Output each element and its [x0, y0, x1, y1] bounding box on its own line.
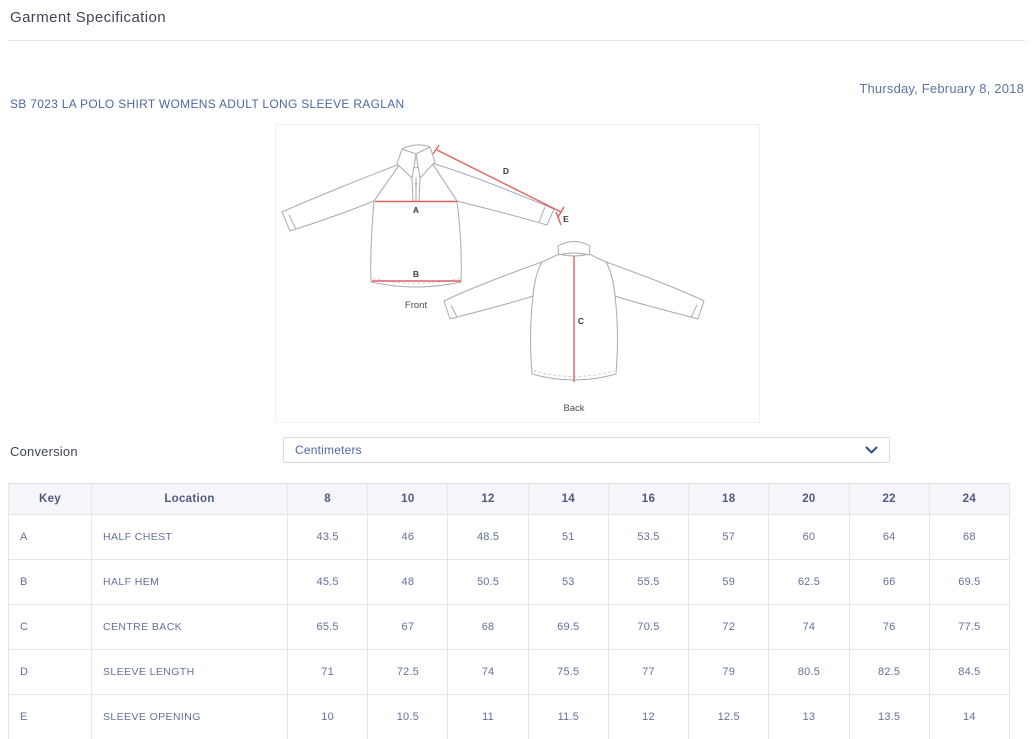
value-cell: 68: [448, 605, 528, 650]
value-cell: 77: [608, 650, 688, 695]
value-cell: 59: [689, 560, 769, 605]
value-cell: 64: [849, 515, 929, 560]
value-cell: 12: [608, 695, 688, 739]
page-title: Garment Specification: [10, 9, 166, 26]
table-row: CCENTRE BACK65.5676869.570.572747677.5: [9, 605, 1010, 650]
measure-label-d: D: [503, 166, 509, 176]
table-row: BHALF HEM45.54850.55355.55962.56669.5: [9, 560, 1010, 605]
value-cell: 72.5: [368, 650, 448, 695]
measure-label-c: C: [578, 316, 584, 326]
value-cell: 70.5: [608, 605, 688, 650]
garment-diagram-svg: Front Back: [276, 125, 759, 422]
value-cell: 11.5: [528, 695, 608, 739]
value-cell: 10: [288, 695, 368, 739]
value-cell: 11: [448, 695, 528, 739]
date-text: Thursday, February 8, 2018: [859, 81, 1024, 96]
value-cell: 76: [849, 605, 929, 650]
table-row: AHALF CHEST43.54648.55153.557606468: [9, 515, 1010, 560]
back-right-sleeve: [606, 262, 704, 319]
value-cell: 69.5: [528, 605, 608, 650]
location-cell: CENTRE BACK: [92, 605, 288, 650]
column-header: 12: [448, 484, 528, 515]
location-cell: HALF CHEST: [92, 515, 288, 560]
column-header: 22: [849, 484, 929, 515]
value-cell: 12.5: [689, 695, 769, 739]
value-cell: 45.5: [288, 560, 368, 605]
spec-table: KeyLocation81012141618202224 AHALF CHEST…: [8, 483, 1010, 739]
value-cell: 51: [528, 515, 608, 560]
location-cell: SLEEVE LENGTH: [92, 650, 288, 695]
value-cell: 53.5: [608, 515, 688, 560]
chevron-down-icon: [865, 446, 878, 455]
value-cell: 84.5: [929, 650, 1009, 695]
header-divider: [8, 40, 1025, 41]
value-cell: 43.5: [288, 515, 368, 560]
value-cell: 55.5: [608, 560, 688, 605]
value-cell: 65.5: [288, 605, 368, 650]
value-cell: 48: [368, 560, 448, 605]
column-header: 16: [608, 484, 688, 515]
key-cell: E: [9, 695, 92, 739]
table-row: DSLEEVE LENGTH7172.57475.5777980.582.584…: [9, 650, 1010, 695]
value-cell: 53: [528, 560, 608, 605]
measure-label-e: E: [563, 214, 569, 224]
value-cell: 14: [929, 695, 1009, 739]
value-cell: 66: [849, 560, 929, 605]
value-cell: 48.5: [448, 515, 528, 560]
column-header: 10: [368, 484, 448, 515]
key-cell: B: [9, 560, 92, 605]
value-cell: 57: [689, 515, 769, 560]
front-button: [415, 183, 417, 185]
value-cell: 62.5: [769, 560, 849, 605]
value-cell: 67: [368, 605, 448, 650]
location-cell: HALF HEM: [92, 560, 288, 605]
back-view-label: Back: [563, 403, 584, 414]
value-cell: 10.5: [368, 695, 448, 739]
value-cell: 72: [689, 605, 769, 650]
spec-table-body: AHALF CHEST43.54648.55153.557606468BHALF…: [9, 515, 1010, 739]
conversion-select[interactable]: Centimeters: [283, 437, 890, 463]
column-header: 20: [769, 484, 849, 515]
location-cell: SLEEVE OPENING: [92, 695, 288, 739]
product-title: SB 7023 LA POLO SHIRT WOMENS ADULT LONG …: [10, 97, 405, 111]
garment-spec-page: Garment Specification Thursday, February…: [0, 0, 1033, 739]
column-header: 24: [929, 484, 1009, 515]
column-header: Key: [9, 484, 92, 515]
conversion-selected-value: Centimeters: [295, 443, 362, 457]
value-cell: 74: [448, 650, 528, 695]
value-cell: 13.5: [849, 695, 929, 739]
value-cell: 46: [368, 515, 448, 560]
value-cell: 68: [929, 515, 1009, 560]
conversion-label: Conversion: [10, 444, 78, 459]
table-row: ESLEEVE OPENING1010.51111.51212.51313.51…: [9, 695, 1010, 739]
value-cell: 69.5: [929, 560, 1009, 605]
key-cell: A: [9, 515, 92, 560]
measure-label-b: B: [413, 269, 419, 279]
value-cell: 60: [769, 515, 849, 560]
value-cell: 80.5: [769, 650, 849, 695]
value-cell: 74: [769, 605, 849, 650]
spec-table-header-row: KeyLocation81012141618202224: [9, 484, 1010, 515]
value-cell: 75.5: [528, 650, 608, 695]
front-collar-band: [402, 145, 430, 149]
garment-diagram: Front Back: [275, 124, 760, 423]
value-cell: 82.5: [849, 650, 929, 695]
front-view-label: Front: [405, 300, 428, 311]
column-header: 8: [288, 484, 368, 515]
column-header: Location: [92, 484, 288, 515]
value-cell: 79: [689, 650, 769, 695]
value-cell: 71: [288, 650, 368, 695]
key-cell: D: [9, 650, 92, 695]
value-cell: 77.5: [929, 605, 1009, 650]
value-cell: 50.5: [448, 560, 528, 605]
measure-label-a: A: [413, 205, 419, 215]
key-cell: C: [9, 605, 92, 650]
column-header: 18: [689, 484, 769, 515]
column-header: 14: [528, 484, 608, 515]
back-collar: [558, 242, 590, 256]
value-cell: 13: [769, 695, 849, 739]
